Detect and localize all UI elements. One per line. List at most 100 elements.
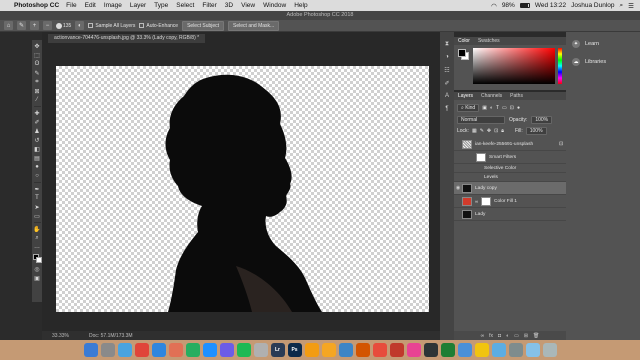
filter-smart-object-icon[interactable]: ⊡ xyxy=(510,105,514,111)
dock-app-icon[interactable] xyxy=(321,343,336,357)
hue-slider[interactable] xyxy=(558,48,562,84)
menu-list-icon[interactable]: ☰ xyxy=(628,2,634,10)
dock-app-icon[interactable]: Lr xyxy=(270,343,285,357)
lasso-tool-icon[interactable]: ʘ xyxy=(33,60,41,68)
gradient-tool-icon[interactable]: ▤ xyxy=(33,154,41,162)
dock-app-icon[interactable] xyxy=(474,343,489,357)
tab-paths[interactable]: Paths xyxy=(510,92,523,100)
paragraph-panel-icon[interactable]: ¶ xyxy=(443,105,451,113)
brush-tool-icon[interactable]: ✐ xyxy=(33,118,41,126)
select-subject-button[interactable]: Select Subject xyxy=(182,20,225,31)
dock-app-icon[interactable] xyxy=(491,343,506,357)
dock-app-icon[interactable] xyxy=(457,343,472,357)
brush-angle-icon[interactable]: ◐ xyxy=(75,21,85,30)
quick-selection-tool-icon[interactable]: ✎ xyxy=(17,21,26,30)
layer-row[interactable]: Smart Filters xyxy=(454,151,566,164)
lock-transparent-icon[interactable]: ▦ xyxy=(472,128,477,134)
fill-field[interactable]: 100% xyxy=(525,127,547,135)
quick-selection-tool-icon[interactable]: ✎ xyxy=(33,69,41,77)
menu-filter[interactable]: Filter xyxy=(202,2,216,9)
brush-size-picker[interactable]: 135 xyxy=(56,22,71,29)
menu-select[interactable]: Select xyxy=(176,2,194,9)
libraries-panel-button[interactable]: ☁ Libraries xyxy=(572,58,606,66)
hand-tool-icon[interactable]: ✋ xyxy=(33,225,41,233)
layer-style-icon[interactable]: fx xyxy=(489,333,493,339)
history-brush-icon[interactable]: ↺ xyxy=(33,136,41,144)
tab-color[interactable]: Color xyxy=(458,37,470,45)
screen-mode-icon[interactable]: ▣ xyxy=(33,274,41,282)
rectangle-tool-icon[interactable]: ▭ xyxy=(33,212,41,220)
dock-app-icon[interactable] xyxy=(508,343,523,357)
tab-layers[interactable]: Layers xyxy=(458,92,473,100)
dock-app-icon[interactable] xyxy=(236,343,251,357)
tab-swatches[interactable]: Swatches xyxy=(478,37,500,45)
path-selection-icon[interactable]: ➤ xyxy=(33,203,41,211)
dock-app-icon[interactable] xyxy=(100,343,115,357)
dock-app-icon[interactable] xyxy=(372,343,387,357)
opacity-field[interactable]: 100% xyxy=(531,116,553,124)
filter-type-icon[interactable]: T xyxy=(496,105,499,111)
image-canvas[interactable] xyxy=(56,66,429,312)
pen-tool-icon[interactable]: ✒ xyxy=(33,185,41,193)
auto-enhance-checkbox[interactable]: Auto-Enhance xyxy=(139,23,178,29)
healing-brush-icon[interactable]: ✚ xyxy=(33,109,41,117)
zoom-level[interactable]: 33.33% xyxy=(52,333,69,339)
dock-app-icon[interactable] xyxy=(355,343,370,357)
dock-app-icon[interactable] xyxy=(168,343,183,357)
crop-tool-icon[interactable]: ⌗ xyxy=(33,78,41,86)
adjustments-panel-icon[interactable]: ◑ xyxy=(443,53,451,61)
color-swatches[interactable] xyxy=(32,254,42,264)
sample-all-layers-checkbox[interactable]: Sample All Layers xyxy=(88,23,135,29)
app-menu[interactable]: Photoshop CC xyxy=(14,2,59,9)
eyedropper-tool-icon[interactable]: ⁄ xyxy=(33,96,41,104)
dock-app-icon[interactable] xyxy=(202,343,217,357)
lock-position-icon[interactable]: ✥ xyxy=(487,128,491,134)
new-adjustment-icon[interactable]: ◐ xyxy=(506,333,509,339)
search-icon[interactable]: ⌕ xyxy=(620,2,624,10)
color-picker-field[interactable] xyxy=(473,48,555,84)
dock-app-icon[interactable] xyxy=(525,343,540,357)
layer-row[interactable]: Levels xyxy=(454,173,566,182)
dock-app-icon[interactable] xyxy=(389,343,404,357)
menu-layer[interactable]: Layer xyxy=(130,2,146,9)
add-to-selection-icon[interactable]: + xyxy=(30,21,39,30)
lock-image-icon[interactable]: ✎ xyxy=(480,128,484,134)
layer-row-selected[interactable]: ◉ Lady copy xyxy=(454,182,566,195)
layer-row[interactable]: ian-keefe-255691-unsplash ⊡ xyxy=(454,138,566,151)
foreground-color-chip[interactable] xyxy=(458,49,466,57)
layer-row[interactable]: Lady xyxy=(454,208,566,221)
dock-app-icon[interactable] xyxy=(151,343,166,357)
menu-view[interactable]: View xyxy=(241,2,255,9)
filter-toggle-icon[interactable]: ● xyxy=(517,105,520,111)
blur-tool-icon[interactable]: ● xyxy=(33,163,41,171)
wifi-icon[interactable]: ◠ xyxy=(491,2,497,10)
battery-icon[interactable] xyxy=(519,3,530,8)
smart-filter-mask-thumbnail[interactable] xyxy=(476,152,486,162)
layer-mask-thumbnail[interactable] xyxy=(481,196,491,206)
move-tool-icon[interactable]: ✥ xyxy=(33,42,41,50)
dock-app-icon[interactable] xyxy=(185,343,200,357)
blend-mode-dropdown[interactable]: Normal xyxy=(457,116,505,124)
eraser-tool-icon[interactable]: ◧ xyxy=(33,145,41,153)
learn-panel-button[interactable]: ✦ Learn xyxy=(572,40,599,48)
history-panel-icon[interactable]: ⧗ xyxy=(443,40,451,48)
menu-image[interactable]: Image xyxy=(104,2,122,9)
character-panel-icon[interactable]: A xyxy=(443,92,451,100)
subtract-from-selection-icon[interactable]: − xyxy=(43,21,52,30)
clone-stamp-icon[interactable]: ♟ xyxy=(33,127,41,135)
dock-app-icon[interactable] xyxy=(83,343,98,357)
dock-app-icon[interactable]: Ps xyxy=(287,343,302,357)
clock[interactable]: Wed 13:22 xyxy=(535,2,566,9)
dock-app-icon[interactable] xyxy=(134,343,149,357)
filter-pixel-icon[interactable]: ▣ xyxy=(482,105,487,111)
document-tab[interactable]: actionvance-704476-unsplash.jpg @ 33.3% … xyxy=(48,34,206,43)
menu-window[interactable]: Window xyxy=(263,2,286,9)
select-and-mask-button[interactable]: Select and Mask... xyxy=(228,20,280,31)
home-icon[interactable]: ⌂ xyxy=(4,21,13,30)
dock-app-icon[interactable] xyxy=(117,343,132,357)
zoom-tool-icon[interactable]: ⌕ xyxy=(33,234,41,242)
new-group-icon[interactable]: ▭ xyxy=(514,333,519,339)
frame-tool-icon[interactable]: ⊠ xyxy=(33,87,41,95)
dock-app-icon[interactable] xyxy=(423,343,438,357)
background-color-swatch[interactable] xyxy=(35,257,42,263)
